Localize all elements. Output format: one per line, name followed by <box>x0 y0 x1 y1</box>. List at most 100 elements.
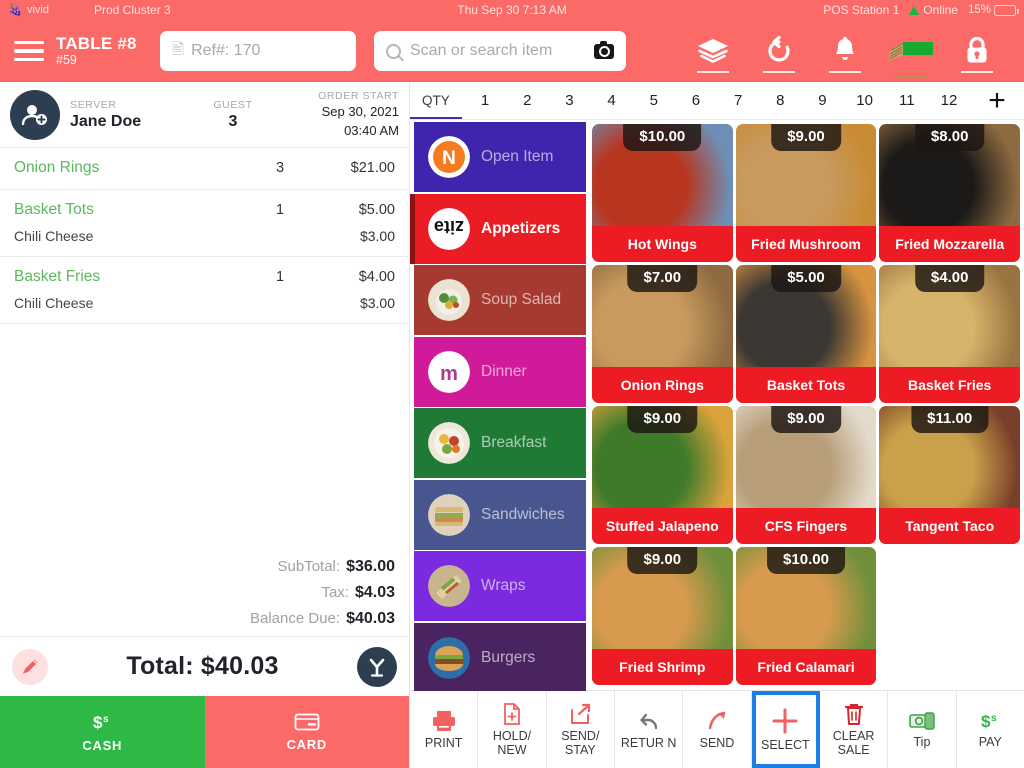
product-tile[interactable]: $8.00 Fried Mozzarella <box>879 124 1020 262</box>
qty-option-12[interactable]: 12 <box>928 92 970 109</box>
menu-button[interactable] <box>14 40 44 62</box>
toolbar-send[interactable]: SEND <box>683 691 752 768</box>
category-item-wraps[interactable]: Wraps <box>414 551 586 621</box>
split-check-button[interactable] <box>357 646 397 687</box>
category-item-appetizers[interactable]: zitə Appetizers <box>410 193 586 264</box>
search-input[interactable]: Scan or search item <box>374 31 626 71</box>
qty-option-3[interactable]: 3 <box>548 92 590 109</box>
product-name: Tangent Taco <box>879 508 1020 544</box>
edit-order-button[interactable] <box>12 648 48 685</box>
soup-salad-icon <box>428 279 470 321</box>
brand-logo: 🍇 vivid <box>8 4 94 16</box>
station-label: POS Station 1 <box>823 3 900 17</box>
category-item-open-item[interactable]: N Open Item <box>414 122 586 192</box>
toolbar-select[interactable]: SELECT <box>751 691 820 768</box>
modifier-price: $3.00 <box>359 295 395 311</box>
product-name: Stuffed Jalapeno <box>592 508 733 544</box>
toolbar-label: PRINT <box>424 736 463 750</box>
product-name: Basket Tots <box>735 367 877 403</box>
ref-input[interactable]: 🖹 Ref#: 170 <box>160 31 356 71</box>
server-name: Jane Doe <box>70 112 142 130</box>
product-price: $9.00 <box>771 124 841 151</box>
qty-option-6[interactable]: 6 <box>675 92 717 109</box>
product-tile[interactable]: $9.00 Fried Shrimp <box>592 547 733 685</box>
order-item-price: $5.00 <box>358 202 395 218</box>
refresh-icon[interactable] <box>746 20 812 82</box>
toolbar-label: SEND/ STAY <box>561 729 600 757</box>
product-name: Fried Calamari <box>735 649 877 685</box>
catalog-content: N Open Item zitə Appetizers Soup Salad m Dinne… <box>410 120 1024 693</box>
layers-icon[interactable] <box>680 20 746 82</box>
cash-drawer-icon[interactable] <box>878 20 944 82</box>
camera-icon[interactable] <box>594 41 614 59</box>
send-icon <box>705 709 729 733</box>
qty-option-11[interactable]: 11 <box>886 92 928 109</box>
trash-icon <box>842 702 866 726</box>
product-tile[interactable]: $9.00 Fried Mushroom <box>735 124 877 262</box>
toolbar-print[interactable]: PRINT <box>410 691 479 768</box>
product-tile[interactable]: $4.00 Basket Fries <box>879 265 1020 403</box>
qty-option-8[interactable]: 8 <box>759 92 801 109</box>
order-start-time: 03:40 AM <box>344 122 399 138</box>
card-button[interactable]: CARD <box>204 696 409 768</box>
bell-icon[interactable] <box>812 20 878 82</box>
add-customer-avatar-icon[interactable] <box>10 89 60 140</box>
order-item-modifier[interactable]: Chili Cheese $3.00 <box>14 228 395 244</box>
qty-option-5[interactable]: 5 <box>633 92 675 109</box>
product-price: $10.00 <box>767 547 845 574</box>
product-name: Fried Shrimp <box>592 649 733 685</box>
category-item-burgers[interactable]: Burgers <box>414 622 586 693</box>
category-item-soup-salad[interactable]: Soup Salad <box>414 265 586 335</box>
total-row: Tax: $4.03 <box>0 584 395 602</box>
category-item-breakfast[interactable]: Breakfast <box>414 408 586 478</box>
product-tile[interactable]: $5.00 Basket Tots <box>735 265 877 403</box>
order-item-row[interactable]: Basket Fries 1 $4.00 Chili Cheese $3.00 <box>0 257 409 324</box>
product-tile[interactable]: $7.00 Onion Rings <box>592 265 733 403</box>
cash-button[interactable]: $ s CASH <box>0 696 205 768</box>
tip-icon <box>908 710 936 732</box>
qty-option-1[interactable]: 1 <box>464 92 506 109</box>
category-item-dinner[interactable]: m Dinner <box>414 336 586 407</box>
toolbar-pay[interactable]: $ s PAY <box>956 691 1024 768</box>
order-panel: SERVER Jane Doe GUEST 3 ORDER START Sep … <box>0 82 410 768</box>
product-tile[interactable]: $9.00 Stuffed Jalapeno <box>592 406 733 544</box>
qty-option-9[interactable]: 9 <box>801 92 843 109</box>
category-item-sandwiches[interactable]: Sandwiches <box>414 479 586 550</box>
order-header: SERVER Jane Doe GUEST 3 ORDER START Sep … <box>0 82 409 148</box>
hold-new-icon <box>500 702 524 726</box>
burgers-icon <box>428 636 470 679</box>
total-label: Balance Due: <box>250 610 341 627</box>
product-tile[interactable]: $10.00 Hot Wings <box>592 124 733 262</box>
order-item-row[interactable]: Basket Tots 1 $5.00 Chili Cheese $3.00 <box>0 190 409 257</box>
toolbar-tip[interactable]: Tip <box>888 691 957 768</box>
order-item-row[interactable]: Onion Rings 3 $21.00 <box>0 148 409 190</box>
qty-option-7[interactable]: 7 <box>717 92 759 109</box>
product-tile[interactable]: $10.00 Fried Calamari <box>735 547 877 685</box>
toolbar-hold-new[interactable]: HOLD/ NEW <box>478 691 547 768</box>
toolbar-retur-n[interactable]: RETUR N <box>614 691 684 768</box>
wraps-icon <box>428 565 470 607</box>
product-price: $10.00 <box>623 124 702 151</box>
header-actions <box>680 20 1010 82</box>
qty-option-2[interactable]: 2 <box>506 92 548 109</box>
toolbar-clear-sale[interactable]: CLEAR SALE <box>819 691 889 768</box>
order-start-info: ORDER START Sep 30, 2021 03:40 AM <box>318 90 399 139</box>
product-grid-wrapper: $10.00 Hot Wings $9.00 Fried Mushroom $8.00 F… <box>586 120 1024 690</box>
return-icon <box>637 709 661 733</box>
qty-option-10[interactable]: 10 <box>844 92 886 109</box>
dinner-icon: m <box>428 350 470 393</box>
pay-icon: $ s <box>977 710 1003 732</box>
modifier-name: Chili Cheese <box>14 228 94 244</box>
total-row: SubTotal: $36.00 <box>0 558 395 576</box>
toolbar-send-stay[interactable]: SEND/ STAY <box>546 691 615 768</box>
qty-option-4[interactable]: 4 <box>591 92 633 109</box>
product-tile[interactable]: $9.00 CFS Fingers <box>735 406 877 544</box>
qty-add-icon[interactable]: + <box>970 86 1024 116</box>
lock-icon[interactable] <box>944 20 1010 82</box>
status-bar: 🍇 vivid Prod Cluster 3 Thu Sep 30 7:13 A… <box>0 0 1024 20</box>
qty-active-indicator <box>410 116 462 119</box>
order-item-modifier[interactable]: Chili Cheese $3.00 <box>14 295 395 311</box>
table-info[interactable]: TABLE #8 #59 <box>56 34 148 68</box>
send-stay-icon <box>568 702 592 726</box>
product-tile[interactable]: $11.00 Tangent Taco <box>879 406 1020 544</box>
